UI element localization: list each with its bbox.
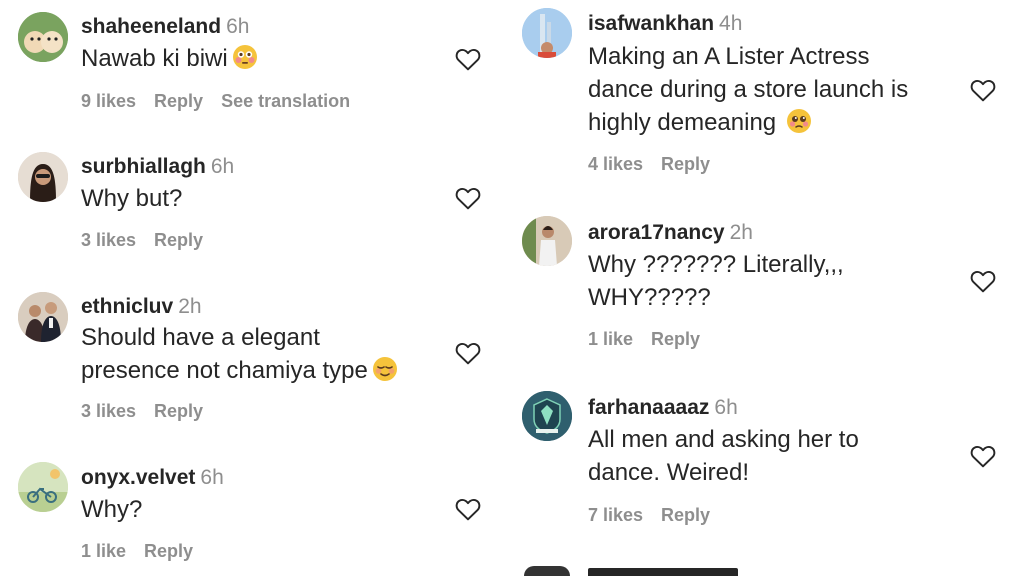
heart-icon[interactable] bbox=[455, 497, 481, 521]
username[interactable]: shaheeneland bbox=[81, 15, 221, 38]
username[interactable]: ethnicluv bbox=[81, 295, 173, 318]
heart-icon[interactable] bbox=[970, 78, 996, 102]
heart-icon[interactable] bbox=[455, 47, 481, 71]
timestamp: 6h bbox=[226, 15, 250, 38]
see-translation-link[interactable]: See translation bbox=[221, 91, 350, 111]
avatar[interactable] bbox=[18, 292, 68, 342]
username[interactable]: farhanaaaaz bbox=[588, 396, 709, 419]
likes-count[interactable]: 1 like bbox=[81, 541, 126, 561]
pleading-face-icon bbox=[786, 108, 812, 134]
comment-text: Nawab ki biwi bbox=[81, 42, 258, 75]
avatar[interactable] bbox=[522, 8, 572, 58]
reply-button[interactable]: Reply bbox=[144, 541, 193, 561]
username[interactable]: surbhiallagh bbox=[81, 155, 206, 178]
reply-button[interactable]: Reply bbox=[661, 505, 710, 525]
timestamp: 4h bbox=[719, 12, 743, 35]
comment-text: Why ??????? Literally,,, WHY????? bbox=[588, 251, 844, 311]
likes-count[interactable]: 3 likes bbox=[81, 230, 136, 250]
timestamp: 6h bbox=[200, 466, 224, 489]
timestamp: 6h bbox=[210, 155, 235, 178]
heart-icon[interactable] bbox=[970, 269, 996, 293]
timestamp: 6h bbox=[714, 396, 738, 419]
comment-text: All men and asking her to dance. Weired! bbox=[588, 426, 859, 486]
heart-icon[interactable] bbox=[455, 341, 481, 365]
likes-count[interactable]: 4 likes bbox=[588, 154, 643, 174]
heart-icon[interactable] bbox=[970, 444, 996, 468]
timestamp: 2h bbox=[178, 295, 202, 318]
username[interactable]: isafwankhan bbox=[588, 12, 714, 35]
likes-count[interactable]: 7 likes bbox=[588, 505, 643, 525]
reply-button[interactable]: Reply bbox=[651, 329, 700, 349]
username[interactable]: arora17nancy bbox=[588, 221, 725, 244]
comments-column-left: shaheeneland 6h Nawab ki biwi 9 likes Repl… bbox=[0, 0, 506, 576]
comment-text: Why but? bbox=[81, 185, 183, 212]
avatar[interactable] bbox=[18, 12, 68, 62]
reply-button[interactable]: Reply bbox=[661, 154, 710, 174]
avatar[interactable] bbox=[522, 391, 572, 441]
comments-column-right: isafwankhan 4h Making an A Lister Actress… bbox=[506, 0, 1024, 576]
username[interactable]: onyx.velvet bbox=[81, 466, 195, 489]
username-partial bbox=[588, 568, 738, 576]
reply-button[interactable]: Reply bbox=[154, 401, 203, 421]
comment-text: Making an A Lister Actress dance during … bbox=[588, 43, 909, 136]
flushed-face-icon bbox=[232, 44, 258, 70]
likes-count[interactable]: 1 like bbox=[588, 329, 633, 349]
likes-count[interactable]: 9 likes bbox=[81, 91, 136, 111]
comment-text: Should have a elegant presence not chami… bbox=[81, 321, 398, 387]
heart-icon[interactable] bbox=[455, 186, 481, 210]
avatar[interactable] bbox=[522, 216, 572, 266]
likes-count[interactable]: 3 likes bbox=[81, 401, 136, 421]
avatar[interactable] bbox=[18, 152, 68, 202]
avatar[interactable] bbox=[18, 462, 68, 512]
reply-button[interactable]: Reply bbox=[154, 230, 203, 250]
reply-button[interactable]: Reply bbox=[154, 91, 203, 111]
timestamp: 2h bbox=[729, 221, 753, 244]
avatar[interactable] bbox=[524, 566, 570, 576]
comment-text: Why? bbox=[81, 496, 143, 523]
relieved-face-icon bbox=[372, 356, 398, 382]
